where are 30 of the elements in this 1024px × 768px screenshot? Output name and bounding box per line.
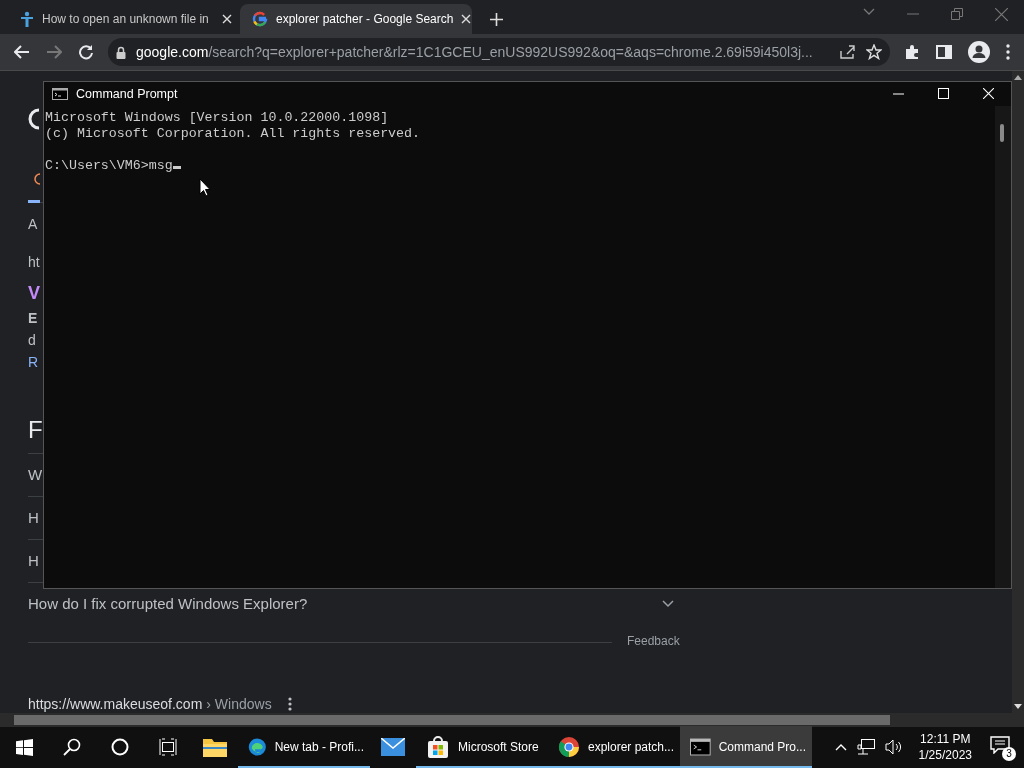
faq-question[interactable]: H xyxy=(28,506,39,530)
taskbar-app[interactable]: explorer patch... xyxy=(548,726,680,768)
snippet-text: ht xyxy=(28,254,40,270)
faq-question[interactable]: How do I fix corrupted Windows Explorer? xyxy=(28,592,308,616)
console-line: (c) Microsoft Corporation. All rights reserved. xyxy=(45,126,421,142)
section-heading: F xyxy=(28,416,43,443)
taskbar-app[interactable]: Microsoft Store xyxy=(416,726,548,768)
taskbar-app[interactable]: New tab - Profi... xyxy=(238,726,370,768)
feedback-link[interactable]: Feedback xyxy=(627,634,680,648)
snippet-text: d xyxy=(28,332,36,348)
notification-center[interactable]: 3 xyxy=(988,733,1016,761)
taskbar-app[interactable]: Command Pro... xyxy=(680,726,812,768)
faq-question[interactable]: W xyxy=(28,463,43,487)
result-url[interactable]: https://www.makeuseof.com xyxy=(28,692,203,716)
notification-count: 3 xyxy=(1002,747,1016,761)
clock-time[interactable]: 12:11 PM xyxy=(920,731,971,747)
browser-tab[interactable]: explorer patcher - Google Search xyxy=(240,4,472,34)
window-title: Command Prompt xyxy=(76,87,178,101)
clock-date[interactable]: 1/25/2023 xyxy=(918,747,972,763)
faq-question[interactable]: H xyxy=(28,549,39,573)
snippet-text: A xyxy=(28,216,38,232)
snippet-text: E xyxy=(28,310,38,326)
address-bar[interactable]: google.com/search?q=explorer+patcher&rlz=1C1GCEU_enUS992US992&oq=&aqs=chrome.2.69i59i450l3j... xyxy=(108,38,890,66)
breadcrumb: › Windows xyxy=(206,695,272,714)
url-text: google.com/search?q=explorer+patcher&rlz=1C1GCEU_enUS992US992&oq=&aqs=chrome.2.69i59i450l3j... xyxy=(136,44,813,60)
command-prompt-text[interactable]: C:\Users\VM6>msg xyxy=(45,158,173,173)
console-line: Microsoft Windows [Version 10.0.22000.1098] xyxy=(45,110,389,126)
result-link[interactable]: R xyxy=(28,354,39,370)
result-title[interactable]: V xyxy=(28,283,40,303)
browser-tab[interactable]: How to open an unknown file in xyxy=(8,4,240,34)
